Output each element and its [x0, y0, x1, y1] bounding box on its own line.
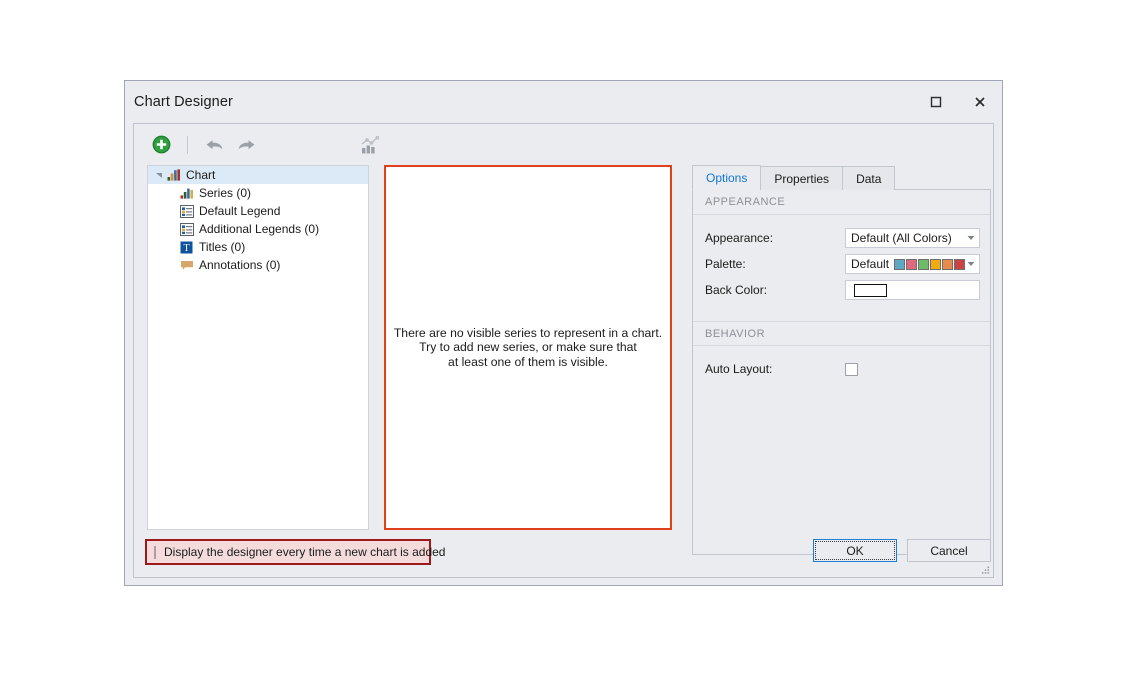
- appearance-combobox[interactable]: Default (All Colors): [845, 228, 980, 248]
- svg-text:T: T: [183, 243, 189, 254]
- behavior-group-header: BEHAVIOR: [693, 321, 990, 346]
- chart-designer-dialog: Chart Designer Chart Series (0) Default …: [124, 80, 1003, 586]
- window-title: Chart Designer: [134, 94, 233, 110]
- add-button[interactable]: [145, 130, 177, 160]
- tree-node-label: Annotations (0): [199, 258, 281, 272]
- tree-node-chart[interactable]: Chart: [148, 166, 368, 184]
- palette-swatches: [894, 258, 966, 270]
- no-series-message: There are no visible series to represent…: [393, 325, 663, 369]
- legend-icon: [178, 204, 195, 218]
- tree-node-label: Series (0): [199, 186, 252, 200]
- back-color-picker[interactable]: [845, 280, 980, 300]
- options-panel: Options Properties Data APPEARANCE Appea…: [692, 165, 991, 555]
- chart-preview-panel[interactable]: There are no visible series to represent…: [384, 165, 672, 530]
- chevron-down-icon[interactable]: [962, 255, 979, 273]
- tree-node-annotations[interactable]: Annotations (0): [148, 256, 368, 274]
- bar-chart-icon: [178, 187, 195, 199]
- chart-elements-tree[interactable]: Chart Series (0) Default Legend Addition…: [147, 165, 369, 530]
- palette-swatch: [942, 258, 954, 270]
- tree-node-series[interactable]: Series (0): [148, 184, 368, 202]
- auto-layout-row: Auto Layout:: [693, 356, 990, 382]
- display-designer-checkbox[interactable]: [154, 545, 156, 559]
- toolbar: [134, 124, 993, 165]
- legend-icon: [178, 222, 195, 236]
- plus-circle-icon: [152, 135, 170, 154]
- title-bar: Chart Designer: [125, 81, 1002, 123]
- toolbar-separator: [187, 135, 188, 154]
- auto-layout-label: Auto Layout:: [705, 362, 773, 376]
- tree-node-label: Default Legend: [199, 204, 281, 218]
- text-title-icon: T: [178, 241, 195, 254]
- redo-arrow-icon: [238, 139, 254, 149]
- chevron-down-icon: [155, 173, 162, 178]
- appearance-row: Appearance: Default (All Colors): [693, 225, 990, 251]
- appearance-label: Appearance:: [705, 231, 774, 245]
- close-button[interactable]: [958, 87, 1002, 117]
- close-icon: [975, 97, 985, 107]
- palette-label: Palette:: [705, 257, 746, 271]
- back-color-label: Back Color:: [705, 283, 768, 297]
- display-designer-label: Display the designer every time a new ch…: [164, 545, 446, 559]
- annotation-icon: [178, 259, 195, 271]
- cancel-button[interactable]: Cancel: [907, 539, 991, 562]
- palette-value: Default: [851, 257, 890, 271]
- tab-options[interactable]: Options: [692, 165, 762, 190]
- chevron-down-icon[interactable]: [962, 229, 979, 247]
- maximize-icon: [930, 96, 942, 108]
- resize-grip[interactable]: [979, 563, 991, 575]
- content-area: Chart Series (0) Default Legend Addition…: [134, 165, 993, 555]
- tree-node-label: Titles (0): [199, 240, 246, 254]
- ok-button[interactable]: OK: [813, 539, 897, 562]
- palette-swatch: [894, 258, 906, 270]
- dialog-footer: Display the designer every time a new ch…: [134, 533, 993, 577]
- options-tab-page: APPEARANCE Appearance: Default (All Colo…: [692, 189, 991, 555]
- back-color-row: Back Color:: [693, 277, 990, 303]
- expander-icon[interactable]: [152, 171, 165, 179]
- undo-arrow-icon: [206, 139, 222, 149]
- tree-node-label: Additional Legends (0): [199, 222, 320, 236]
- auto-layout-checkbox[interactable]: [845, 362, 858, 376]
- chart-type-button[interactable]: [354, 130, 386, 160]
- chart-icon: [361, 135, 380, 153]
- tab-strip: Options Properties Data: [692, 165, 991, 190]
- tree-node-titles[interactable]: T Titles (0): [148, 238, 368, 256]
- appearance-value: Default (All Colors): [851, 231, 952, 245]
- tree-node-label: Chart: [186, 168, 216, 182]
- redo-button[interactable]: [230, 130, 262, 160]
- palette-row: Palette: Default: [693, 251, 990, 277]
- undo-button[interactable]: [198, 130, 230, 160]
- bar-chart-icon: [165, 169, 182, 181]
- palette-swatch: [918, 258, 930, 270]
- tree-node-default-legend[interactable]: Default Legend: [148, 202, 368, 220]
- tree-node-additional-legends[interactable]: Additional Legends (0): [148, 220, 368, 238]
- back-color-swatch: [854, 283, 887, 297]
- tab-data[interactable]: Data: [842, 166, 896, 190]
- maximize-button[interactable]: [914, 87, 958, 117]
- tab-properties[interactable]: Properties: [760, 166, 844, 190]
- palette-combobox[interactable]: Default: [845, 254, 980, 274]
- appearance-group-header: APPEARANCE: [693, 190, 990, 215]
- display-designer-option[interactable]: Display the designer every time a new ch…: [145, 539, 445, 565]
- dialog-body: Chart Series (0) Default Legend Addition…: [133, 123, 994, 578]
- palette-swatch: [930, 258, 942, 270]
- palette-swatch: [906, 258, 918, 270]
